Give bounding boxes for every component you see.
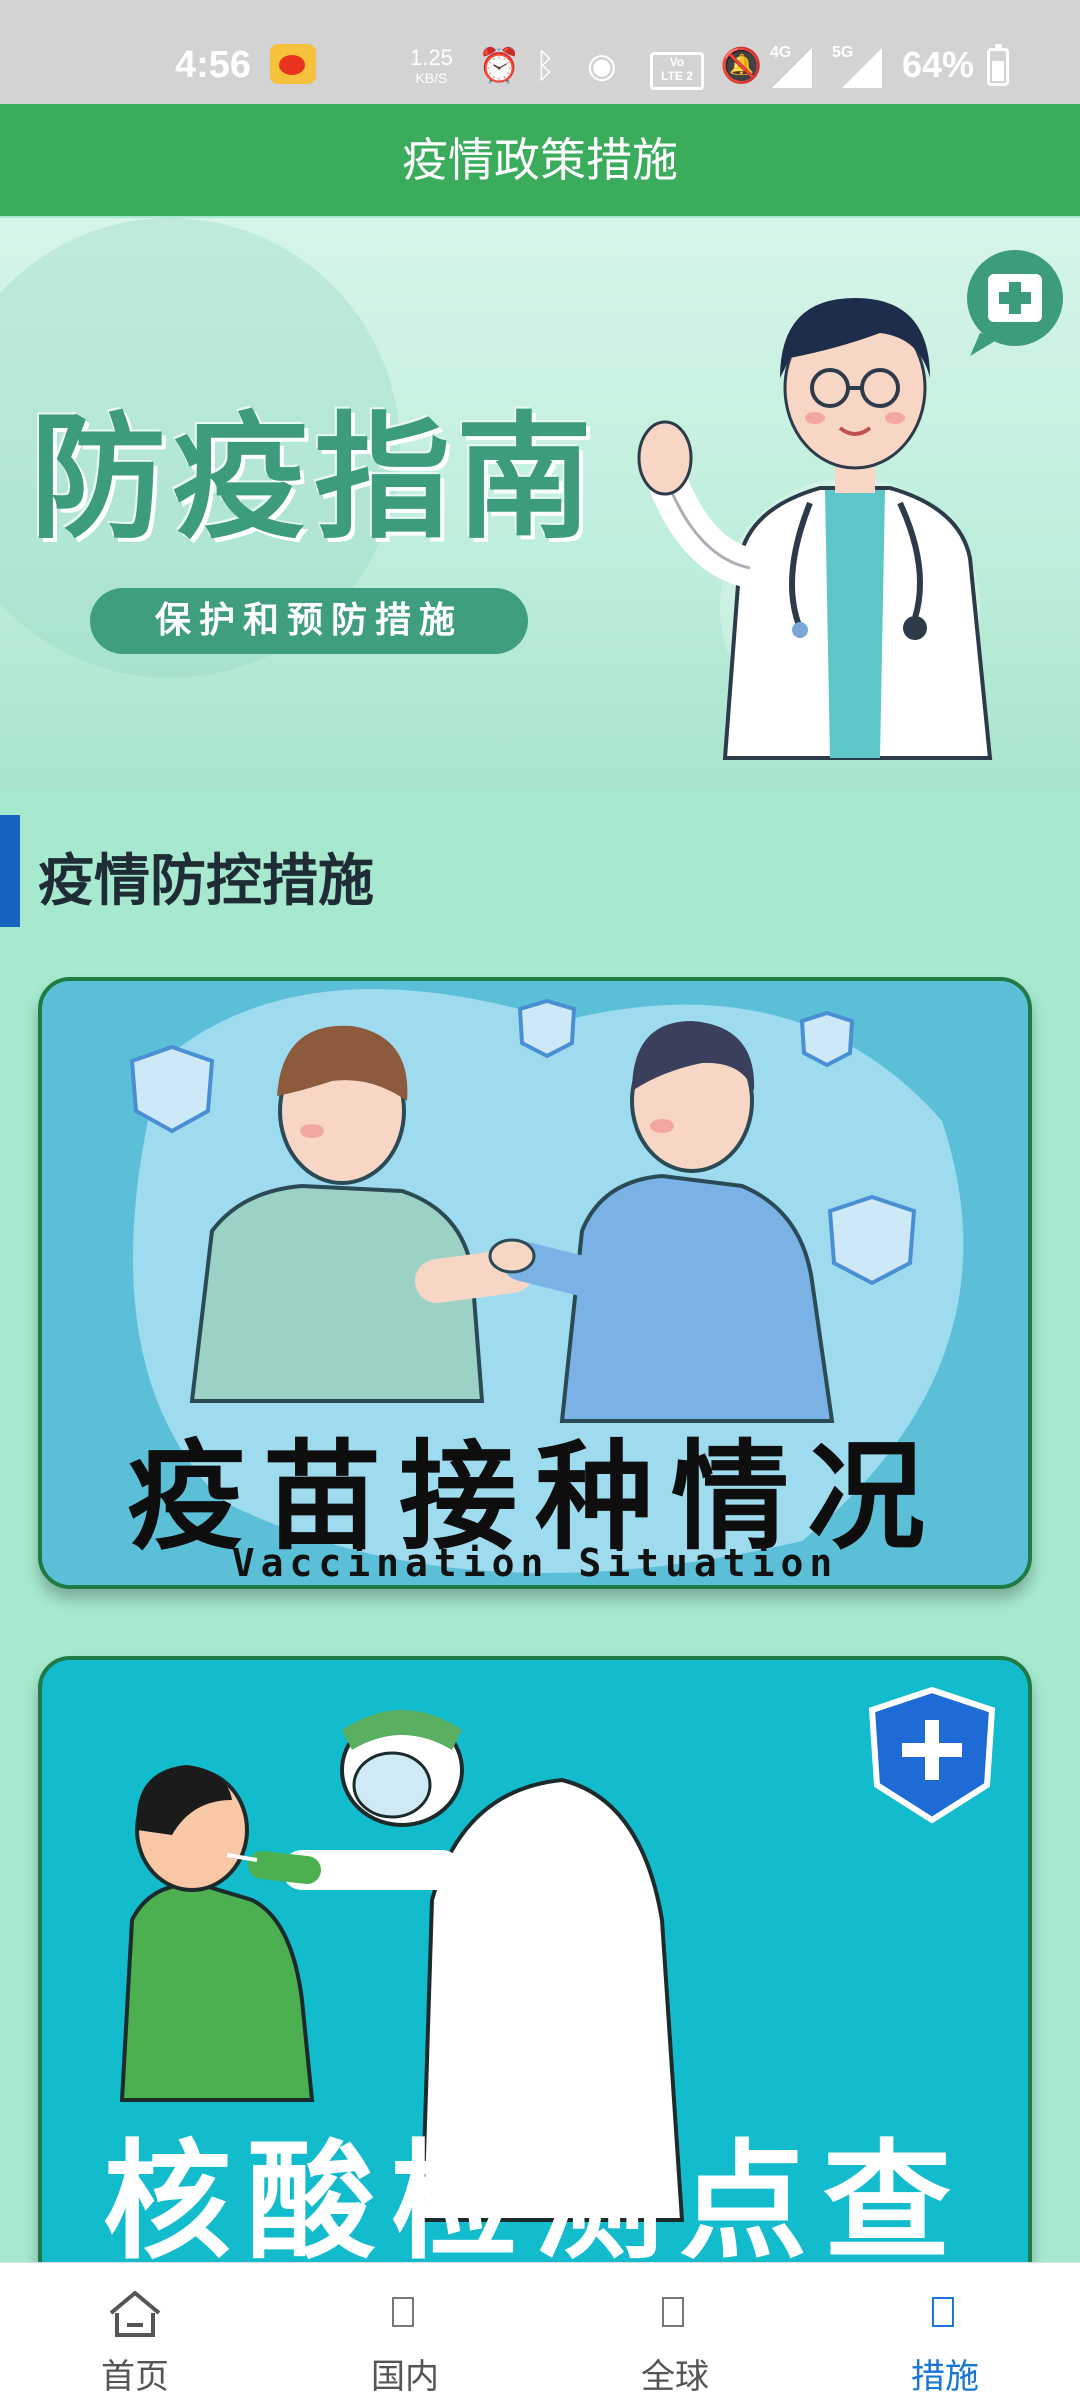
- app-header: 疫情政策措施: [0, 104, 1080, 216]
- weibo-icon: [270, 44, 316, 84]
- network-speed: 1.25 KB/S: [410, 45, 453, 88]
- net-type-1: 4G: [770, 44, 792, 61]
- missing-glyph-icon: [662, 2297, 684, 2327]
- nucleic-test-card[interactable]: 核酸检测点查询: [38, 1656, 1032, 2356]
- section-title: 疫情防控措施: [38, 849, 374, 914]
- missing-glyph-icon: [932, 2297, 954, 2327]
- hotspot-icon: ◉: [587, 47, 617, 85]
- nav-label: 首页: [101, 2357, 169, 2397]
- mute-icon: 🔕: [720, 47, 763, 85]
- nav-item-global[interactable]: 全球: [540, 2263, 810, 2401]
- nav-label: 国内: [371, 2357, 439, 2397]
- battery-icon: [987, 44, 1009, 86]
- volte-top: Vo: [669, 55, 685, 69]
- volte-icon: Vo LTE 2: [650, 52, 704, 90]
- bottom-navigation: 首页 国内 全球 措施: [0, 2262, 1080, 2401]
- status-time: 4:56: [175, 44, 252, 86]
- home-icon: [109, 2291, 161, 2337]
- net-type-2: 5G: [832, 44, 854, 61]
- banner-subtitle: 保护和预防措施: [90, 588, 528, 654]
- banner-title: 防疫指南: [30, 400, 598, 558]
- volte-bottom: LTE 2: [661, 69, 693, 83]
- section-accent-bar: [0, 815, 20, 927]
- nav-label: 全球: [641, 2357, 709, 2397]
- status-bar: 4:56 1.25 KB/S ⏰ ᛒ ◉ Vo LTE 2 🔕 4G 5G 64…: [0, 0, 1080, 104]
- nav-item-domestic[interactable]: 国内: [270, 2263, 540, 2401]
- bluetooth-icon: ᛒ: [535, 47, 556, 85]
- vaccination-card[interactable]: 疫苗接种情况 Vaccination Situation: [38, 977, 1032, 1589]
- battery-percent: 64%: [902, 44, 975, 85]
- missing-glyph-icon: [392, 2297, 414, 2327]
- nav-label: 措施: [911, 2357, 979, 2397]
- alarm-icon: ⏰: [478, 47, 521, 85]
- network-speed-value: 1.25: [410, 45, 453, 70]
- nav-item-measures[interactable]: 措施: [810, 2263, 1080, 2401]
- medical-cross-icon: [967, 250, 1063, 356]
- network-speed-unit: KB/S: [415, 70, 448, 86]
- banner[interactable]: 防疫指南 保护和预防措施: [0, 218, 1080, 790]
- page-title: 疫情政策措施: [402, 133, 678, 187]
- nav-item-home[interactable]: 首页: [0, 2263, 270, 2401]
- vaccination-subtitle: Vaccination Situation: [231, 1541, 839, 1585]
